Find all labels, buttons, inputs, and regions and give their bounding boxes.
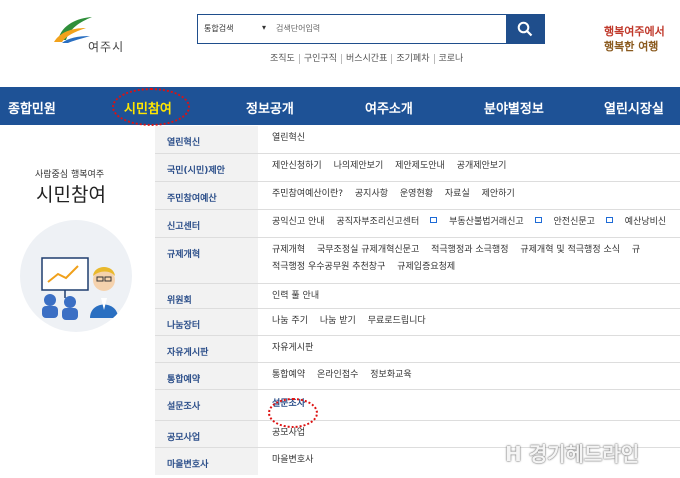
link-item[interactable]: 예산낭비신 [625, 217, 666, 227]
search-input[interactable]: 검색단어입력 [276, 15, 506, 43]
link-item[interactable]: 공지사항 [355, 189, 388, 199]
quick-link-bus[interactable]: 버스시간표 [342, 54, 393, 64]
link-item[interactable]: 규제개혁 및 적극행정 소식 [520, 245, 620, 255]
table-row: 통합예약 통합예약 온라인접수 정보화교육 [155, 363, 680, 390]
link-item[interactable]: 국무조정실 규제개혁신문고 [317, 245, 419, 255]
link-item[interactable]: 규 [632, 245, 640, 255]
link-item[interactable]: 적극행정 우수공무원 추천창구 [272, 262, 385, 272]
link-text: 부동산불법거래신고 [449, 217, 524, 227]
link-item[interactable]: 공모사업 [272, 428, 305, 438]
link-item[interactable]: 정보화교육 [370, 370, 411, 380]
table-row: 규제개혁 규제개혁 국무조정실 규제개혁신문고 적극행정과 소극행정 규제개혁 … [155, 238, 680, 284]
link-text: 안전신문고 [553, 217, 595, 227]
table-row: 자유게시판 자유게시판 [155, 336, 680, 363]
category-citizen-proposal[interactable]: 국민(시민)제안 [155, 154, 258, 181]
side-subtitle: 사람중심 행복여주 [35, 170, 105, 180]
table-row: 주민참여예산 주민참여예산이란? 공지사항 운영현황 자료실 제안하기 [155, 182, 680, 210]
link-item[interactable]: 제안신청하기 [272, 161, 322, 171]
link-item[interactable]: 공익신고 안내 [272, 217, 325, 227]
category-village-lawyer[interactable]: 마을변호사 [155, 448, 258, 475]
category-report-center[interactable]: 신고센터 [155, 210, 258, 237]
search-bar: 통합검색 ▾ 검색단어입력 [197, 14, 545, 44]
search-icon [517, 21, 533, 37]
table-row: 설문조사 설문조사 [155, 390, 680, 421]
presentation-icon [41, 257, 118, 320]
link-item[interactable]: 규제개혁 [272, 245, 305, 255]
category-contest[interactable]: 공모사업 [155, 421, 258, 447]
watermark-logo-icon: H [505, 442, 522, 466]
link-text: 공직자부조리신고센터 [336, 217, 420, 227]
nav-item-disclosure[interactable]: 정보공개 [246, 98, 294, 117]
submenu-table: 열린혁신 열린혁신 국민(시민)제안 제안신청하기 나의제안보기 제안제도안내 … [155, 126, 680, 475]
highlight-circle-survey [268, 398, 318, 428]
link-item[interactable]: 온라인접수 [317, 370, 358, 380]
banner-line2: 행복한 여행 [604, 40, 659, 53]
search-scope-select[interactable]: 통합검색 [198, 15, 262, 43]
nav-item-about[interactable]: 여주소개 [365, 98, 413, 117]
quick-links: 조직도 구인구직 버스시간표 조기폐차 코로나 [266, 54, 467, 64]
link-item[interactable]: 자유게시판 [272, 343, 313, 353]
link-item[interactable]: 운영현황 [400, 189, 433, 199]
category-open-innovation[interactable]: 열린혁신 [155, 126, 258, 153]
link-item[interactable]: 나눔 주기 [272, 316, 308, 326]
link-item[interactable]: 제안제도안내 [395, 161, 445, 171]
city-logo[interactable]: 여주시 [52, 14, 142, 54]
watermark: H 경기헤드라인 [505, 438, 639, 467]
chevron-down-icon[interactable]: ▾ [262, 15, 276, 43]
link-item[interactable]: 마을변호사 [272, 455, 313, 465]
side-title: 시민참여 [36, 184, 106, 206]
link-item[interactable]: 부동산불법거래신고 [449, 217, 542, 227]
link-item[interactable]: 안전신문고 [554, 217, 613, 227]
main-nav: 종합민원 시민참여 정보공개 여주소개 분야별정보 열린시장실 [0, 87, 680, 125]
logo-text: 여주시 [88, 40, 125, 54]
link-item[interactable]: 통합예약 [272, 370, 305, 380]
highlight-circle-nav [112, 88, 190, 126]
category-reservation[interactable]: 통합예약 [155, 363, 258, 389]
banner-line1: 행복여주에서 [604, 25, 665, 38]
link-item[interactable]: 공직자부조리신고센터 [336, 217, 438, 227]
link-item[interactable]: 나눔 받기 [320, 316, 356, 326]
link-item[interactable]: 무료로드립니다 [368, 316, 426, 326]
link-item[interactable]: 적극행정과 소극행정 [431, 245, 508, 255]
link-item[interactable]: 규제입증요청제 [397, 262, 455, 272]
link-item[interactable]: 열린혁신 [272, 133, 305, 143]
quick-link-corona[interactable]: 코로나 [435, 54, 468, 64]
link-item[interactable]: 제안하기 [482, 189, 515, 199]
link-item[interactable]: 주민참여예산이란? [272, 189, 343, 199]
external-link-icon [430, 217, 438, 223]
category-participatory-budget[interactable]: 주민참여예산 [155, 182, 258, 209]
table-row: 나눔장터 나눔 주기 나눔 받기 무료로드립니다 [155, 309, 680, 336]
nav-item-fields[interactable]: 분야별정보 [484, 98, 544, 117]
category-regulation-reform[interactable]: 규제개혁 [155, 238, 258, 283]
nav-item-mayor[interactable]: 열린시장실 [604, 98, 664, 117]
quick-link-org[interactable]: 조직도 [266, 54, 300, 64]
link-item[interactable]: 공개제안보기 [457, 161, 507, 171]
link-item[interactable]: 나의제안보기 [334, 161, 384, 171]
link-item[interactable]: 인력 풀 안내 [272, 291, 319, 301]
search-button[interactable] [506, 15, 544, 43]
external-link-icon [534, 217, 542, 223]
table-row: 신고센터 공익신고 안내 공직자부조리신고센터 부동산불법거래신고 안전신문고 … [155, 210, 680, 238]
table-row: 위원회 인력 풀 안내 [155, 284, 680, 309]
category-sharing-market[interactable]: 나눔장터 [155, 309, 258, 335]
nav-item-civil[interactable]: 종합민원 [8, 98, 56, 117]
external-link-icon [605, 217, 613, 223]
table-row: 국민(시민)제안 제안신청하기 나의제안보기 제안제도안내 공개제안보기 [155, 154, 680, 182]
participation-illustration [20, 220, 132, 332]
quick-link-scrap[interactable]: 조기폐차 [392, 54, 435, 64]
link-item[interactable]: 자료실 [445, 189, 470, 199]
category-free-board[interactable]: 자유게시판 [155, 336, 258, 362]
quick-link-jobs[interactable]: 구인구직 [300, 54, 342, 64]
category-committee[interactable]: 위원회 [155, 284, 258, 308]
category-survey[interactable]: 설문조사 [155, 390, 258, 420]
tour-banner[interactable]: 행복여주에서 행복한 여행 [604, 24, 665, 54]
watermark-text: 경기헤드라인 [528, 442, 640, 466]
table-row: 열린혁신 열린혁신 [155, 126, 680, 154]
